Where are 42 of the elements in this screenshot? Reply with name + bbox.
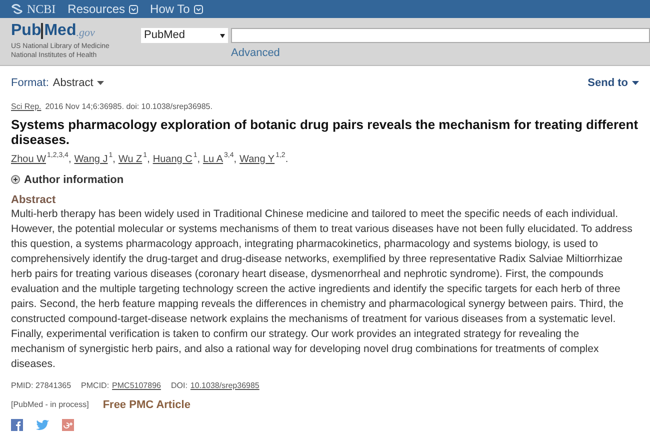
separator: . (285, 152, 288, 166)
abstract-text: Multi-herb therapy has been widely used in Traditional Chinese medicine and tailored to meet the specific needs of each individual. However, the potential molecular or systems mechanisms of them to treat various diseases have not been fully elucidated. To address this question, a systems pharmacology approach, integrating pharmacokinetics, pharmacology and systems biology, is used to comprehensively identify the drug-target and drug-disease networks, exemplified by three representative Radix Salviae Miltiorrhizae herb pairs for treating various diseases (coronary heart disease, dysmenorrheal and nephrotic syndrome). First, the compounds evaluation and the multiple targeting technology screen the active ingredients and identify the specific targets for each herb of three pairs. Second, the herb feature mapping reveals the differences in chemistry and pharmacological synergy between pairs. Third, the constructed compound-target-disease network explains the mechanisms of treatment for various diseases from a systematic level. Finally, experimental verification is taken to confirm our strategy. Our work provides an integrated strategy for revealing the mechanism of synergistic herb pairs, and also a rational way for developing novel drug combinations for treatments of complex diseases. (11, 207, 634, 372)
article-title: Systems pharmacology exploration of botanic drug pairs reveals the mechanism for treating different diseases. (11, 116, 639, 146)
doi-link[interactable]: 10.1038/srep36985 (190, 380, 260, 392)
abstract-heading: Abstract (11, 194, 57, 207)
separator: , (147, 152, 150, 166)
affiliation-number: 1,2 (276, 152, 286, 160)
affiliation-number: 1 (193, 152, 198, 160)
journal-link[interactable]: Sci Rep. (11, 100, 42, 112)
status-text: [PubMed - in process] (11, 399, 89, 412)
logo-text[interactable]: Med (41, 23, 76, 39)
affiliation-number: 1,2,3,4 (47, 152, 68, 160)
menu-button[interactable]: How To (150, 0, 203, 18)
format-label: Format: (11, 76, 49, 91)
separator: , (234, 152, 237, 166)
pmcid-label: PMCID: (81, 380, 110, 392)
database-select[interactable]: PubMed (141, 28, 228, 43)
pmid-text: PMID: 27841365 (11, 380, 72, 392)
author-link[interactable]: Huang C (152, 152, 192, 166)
separator: , (112, 152, 116, 166)
free-article-link[interactable]: Free PMC Article (102, 397, 190, 414)
separator: , (68, 154, 72, 166)
author-link[interactable]: Wang Y (240, 152, 275, 166)
pmcid-link[interactable]: PMC5107896 (112, 380, 161, 392)
author-link[interactable]: Lu A (203, 152, 224, 166)
citation-details: 2016 Nov 14;6:36985. doi: 10.1038/srep36985. (45, 100, 212, 112)
author-link[interactable]: Wu Z (118, 152, 142, 166)
send-to-button[interactable]: Send to (588, 75, 639, 92)
affiliation-number: 1 (143, 152, 148, 160)
author-information-toggle[interactable]: Author information (24, 172, 124, 188)
affiliation-number: 3,4 (224, 152, 234, 160)
affiliation-number: 1 (108, 152, 113, 160)
menu-button[interactable]: Resources (68, 0, 138, 18)
author-link[interactable]: Zhou W (11, 152, 46, 166)
format-dropdown[interactable]: Abstract (52, 75, 104, 92)
logo-text[interactable]: Pub (11, 23, 42, 39)
doi-label: DOI: (170, 380, 188, 392)
logo-suffix: .gov (76, 28, 95, 39)
ncbi-brand[interactable]: NCBI (27, 0, 56, 18)
author-link[interactable]: Wang J (74, 152, 108, 166)
advanced-link[interactable]: Advanced (231, 45, 280, 62)
separator: , (197, 152, 200, 166)
